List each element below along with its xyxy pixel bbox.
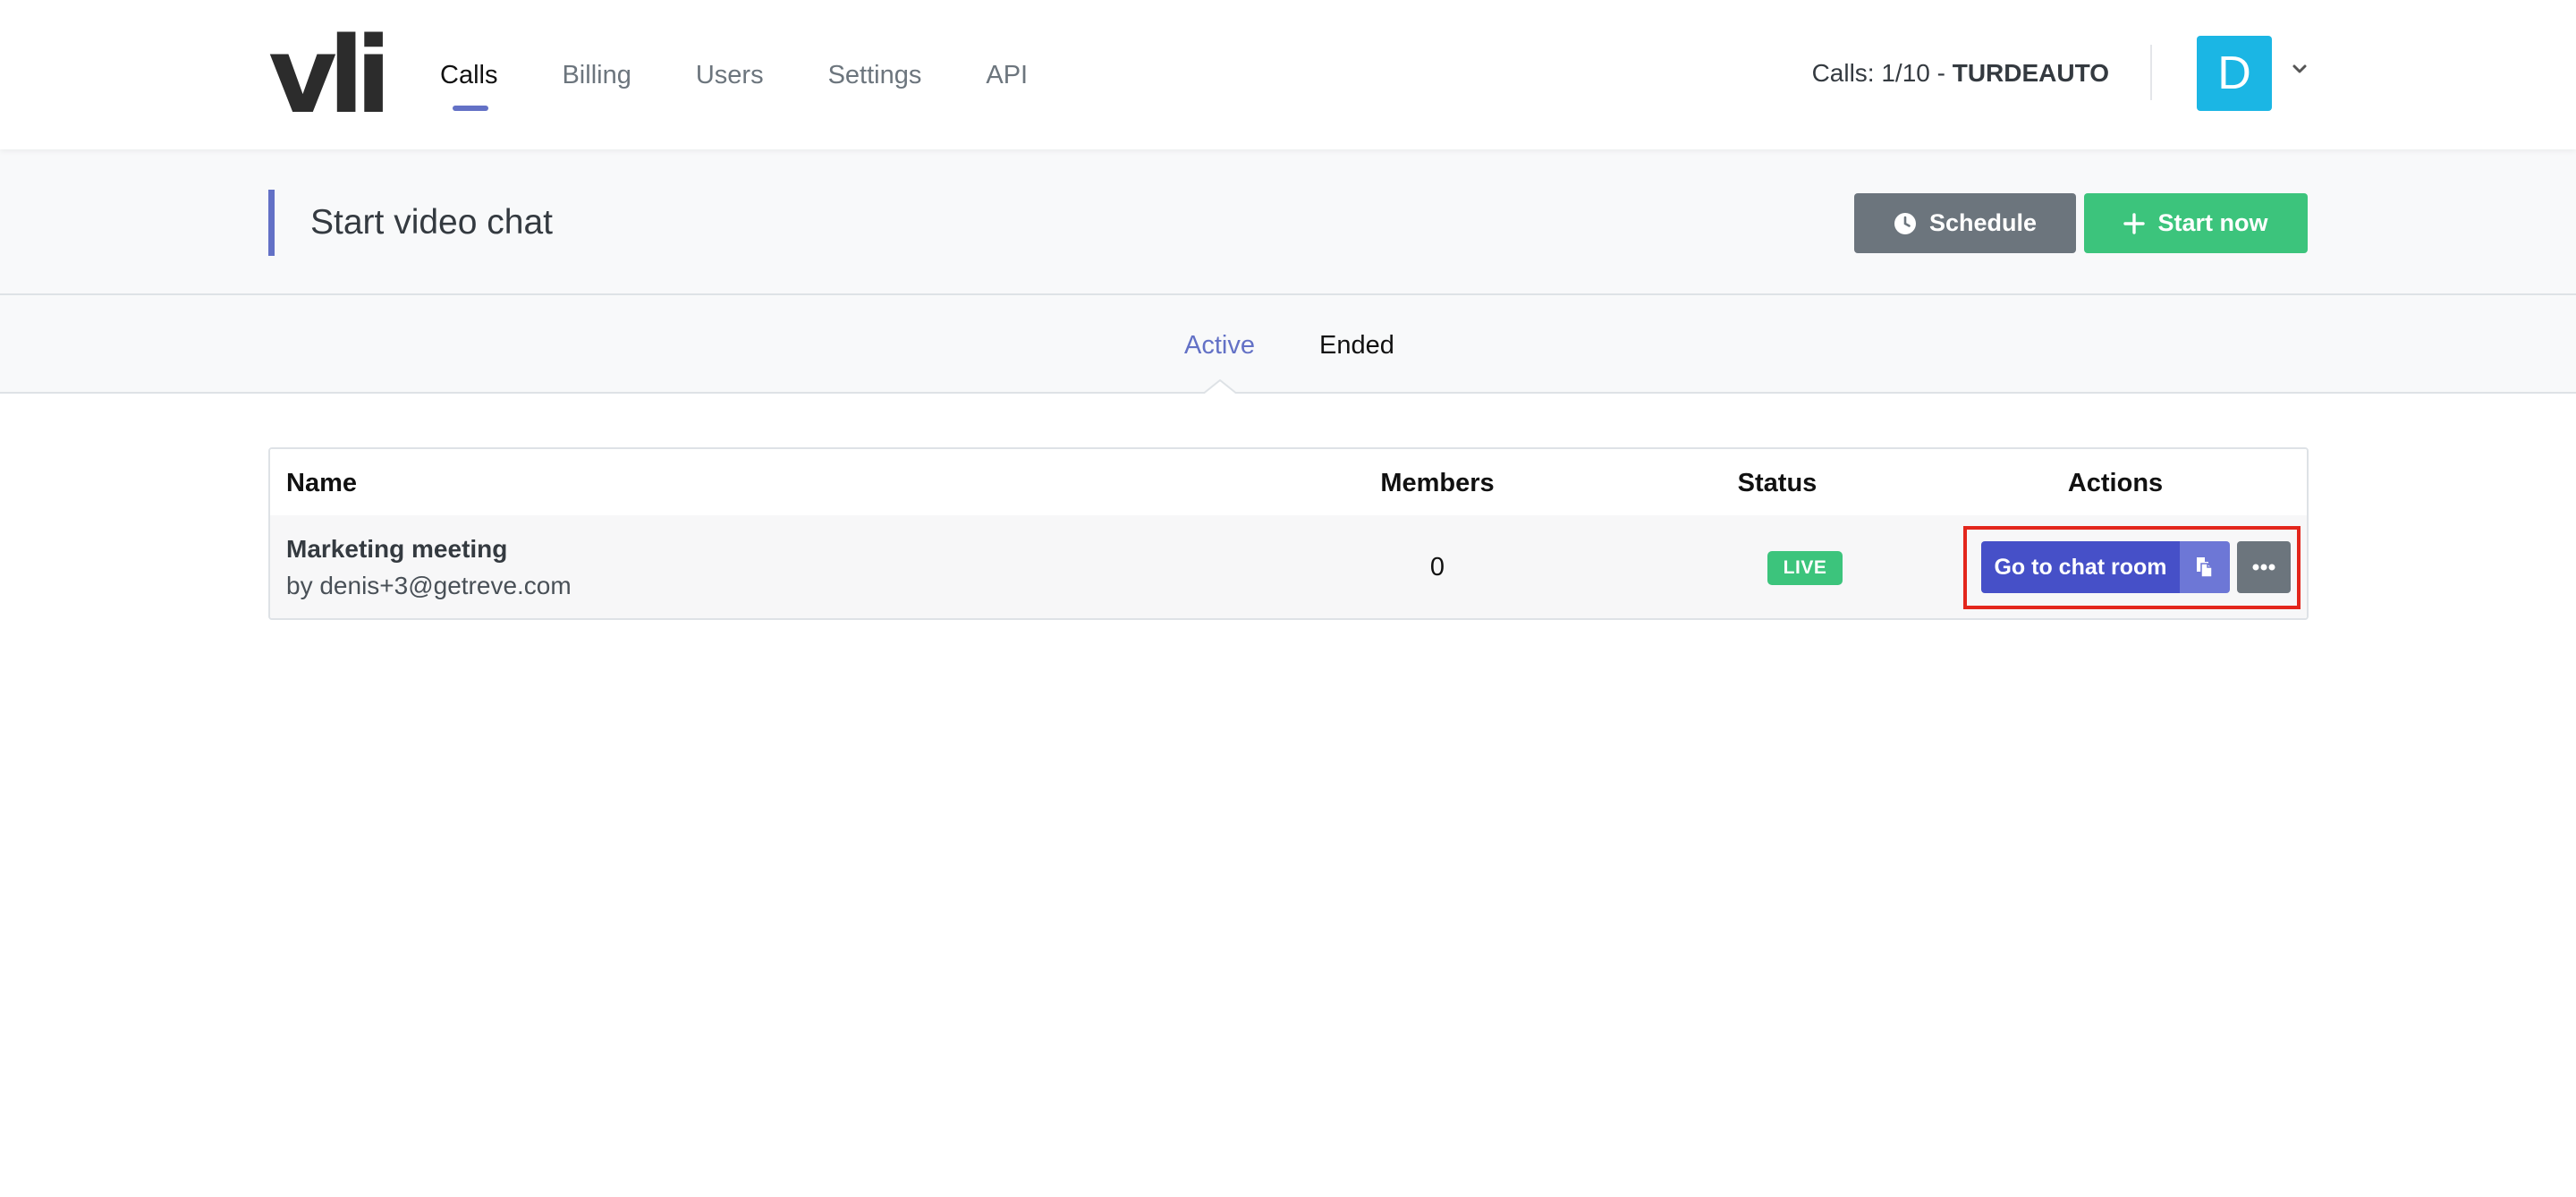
call-usage-label: Calls: 1/10 - xyxy=(1811,59,1953,87)
column-header-members: Members xyxy=(1380,469,1495,497)
schedule-label: Schedule xyxy=(1928,209,2038,236)
nav-item-settings[interactable]: Settings xyxy=(828,57,922,93)
start-now-button[interactable]: Start now xyxy=(2084,193,2308,253)
nav-item-users[interactable]: Users xyxy=(696,57,764,93)
calls-table: Name Members Status Actions Marketing me… xyxy=(268,447,2309,620)
call-name: Marketing meeting xyxy=(286,535,508,563)
column-header-status: Status xyxy=(1737,469,1818,497)
top-navbar: vli Calls Billing Users Settings API Cal… xyxy=(0,0,2576,149)
call-owner: by denis+3@getreve.com xyxy=(286,572,572,599)
tab-active[interactable]: Active xyxy=(1184,327,1255,363)
ellipsis-icon xyxy=(2252,564,2275,571)
copy-link-button[interactable] xyxy=(2180,541,2230,593)
chevron-down-icon[interactable] xyxy=(2290,59,2309,79)
logo-text: vli xyxy=(268,13,392,137)
active-tab-indicator xyxy=(1202,379,1238,395)
vli-logo[interactable]: vli xyxy=(268,13,392,137)
table-row: Marketing meeting by denis+3@getreve.com… xyxy=(270,515,2307,618)
page-header: Start video chat Schedule Start now xyxy=(0,149,2576,295)
start-now-label: Start now xyxy=(2157,209,2268,236)
plus-icon xyxy=(2123,212,2146,234)
calls-tabs: Active Ended xyxy=(0,295,2576,395)
more-actions-button[interactable] xyxy=(2237,541,2291,593)
column-header-name: Name xyxy=(286,469,357,497)
go-to-chat-room-button[interactable]: Go to chat room xyxy=(1981,541,2180,593)
table-header: Name Members Status Actions xyxy=(270,449,2307,515)
status-badge: LIVE xyxy=(1767,551,1843,585)
main-nav: Calls Billing Users Settings API xyxy=(440,0,1092,149)
call-usage: Calls: 1/10 - TURDEAUTO xyxy=(1812,55,2109,91)
page-title: Start video chat xyxy=(310,203,553,242)
tab-ended[interactable]: Ended xyxy=(1319,327,1394,363)
nav-divider xyxy=(2150,45,2152,100)
members-count: 0 xyxy=(1429,553,1445,582)
column-header-actions: Actions xyxy=(2067,469,2164,497)
nav-item-billing[interactable]: Billing xyxy=(562,57,631,93)
nav-item-calls[interactable]: Calls xyxy=(440,57,497,111)
clock-icon xyxy=(1894,212,1916,234)
schedule-button[interactable]: Schedule xyxy=(1854,193,2076,253)
page-title-wrap: Start video chat xyxy=(268,190,553,256)
nav-item-api[interactable]: API xyxy=(986,57,1028,93)
user-avatar[interactable]: D xyxy=(2197,36,2272,111)
copy-icon xyxy=(2197,557,2213,578)
account-name: TURDEAUTO xyxy=(1952,59,2109,87)
avatar-letter: D xyxy=(2217,47,2251,99)
